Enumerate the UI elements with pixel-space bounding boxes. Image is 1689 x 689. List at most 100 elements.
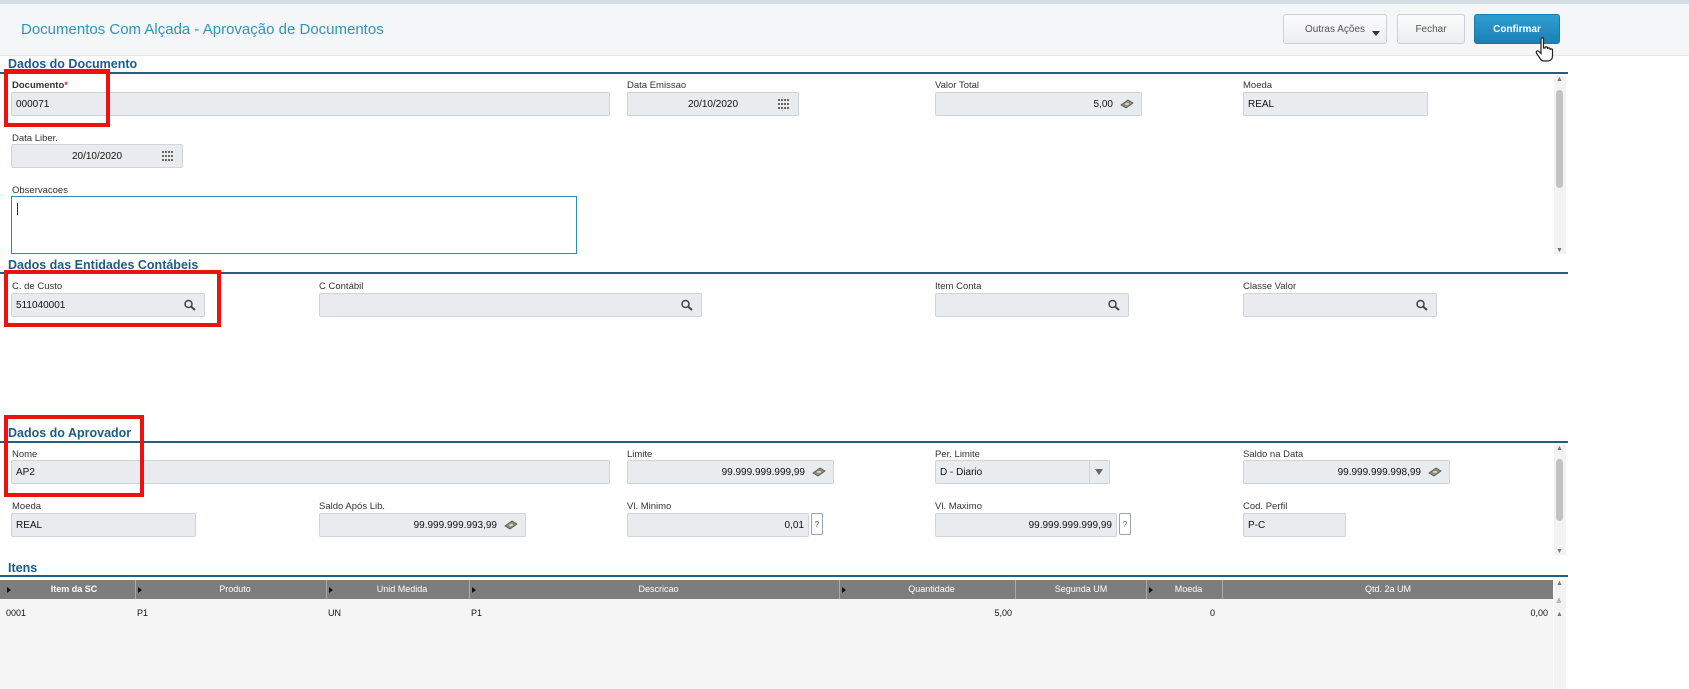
data-emissao-field[interactable]: 20/10/2020 <box>627 92 799 116</box>
column-separator <box>1146 580 1147 599</box>
column-arrow-icon <box>7 587 11 593</box>
scroll-up-icon[interactable]: ▲ <box>1556 445 1563 452</box>
cod-perfil-field[interactable]: P-C <box>1243 513 1346 537</box>
vl-minimo-label: Vl. Minimo <box>627 501 672 512</box>
column-header-moeda[interactable]: Moeda <box>1155 580 1222 599</box>
scroll-up-icon[interactable]: ▲ <box>1556 611 1563 618</box>
page-title: Documentos Com Alçada - Aprovação de Doc… <box>21 21 384 38</box>
chevron-down-icon <box>1095 469 1103 475</box>
saldo-apos-label: Saldo Após Lib. <box>319 501 386 512</box>
observacoes-label: Observacoes <box>12 185 68 196</box>
cod-perfil-label: Cod. Perfil <box>1243 501 1288 512</box>
limite-label: Limite <box>627 449 653 460</box>
cell-produto: P1 <box>137 608 149 618</box>
item-conta-label: Item Conta <box>935 281 982 292</box>
money-icon[interactable] <box>504 519 518 531</box>
highlight-box-c-custo <box>4 270 221 327</box>
limite-field[interactable]: 99.999.999.999,99 <box>627 460 834 484</box>
column-header-descricao[interactable]: Descricao <box>478 580 839 599</box>
observacoes-textarea[interactable] <box>11 196 577 254</box>
hand-pointer-icon <box>1535 37 1554 62</box>
data-liber-value: 20/10/2020 <box>71 150 123 162</box>
scroll-down-icon[interactable]: ▼ <box>1556 548 1563 555</box>
highlight-box-documento <box>4 69 110 127</box>
per-limite-select[interactable]: D - Diario <box>935 460 1110 484</box>
scroll-up-icon[interactable]: ▲ <box>1556 580 1563 587</box>
money-icon[interactable] <box>1428 466 1442 478</box>
saldo-data-field[interactable]: 99.999.999.998,99 <box>1243 460 1450 484</box>
column-separator <box>326 580 327 599</box>
section-divider <box>0 272 1568 274</box>
help-button[interactable]: ? <box>1119 513 1131 535</box>
scroll-top-icon[interactable]: ≜ <box>1556 598 1562 606</box>
moeda-aprov-field[interactable]: REAL <box>11 513 196 537</box>
column-header-qtd-2a-um[interactable]: Qtd. 2a UM <box>1223 580 1553 599</box>
cell-descricao: P1 <box>471 608 483 618</box>
vl-maximo-field[interactable]: 99.999.999.999,99 <box>935 513 1117 537</box>
per-limite-label: Per. Limite <box>935 449 980 460</box>
column-arrow-icon <box>138 587 142 593</box>
saldo-data-label: Saldo na Data <box>1243 449 1304 460</box>
saldo-apos-value: 99.999.999.993,99 <box>413 519 497 531</box>
classe-valor-field[interactable] <box>1243 293 1437 317</box>
search-icon[interactable] <box>1415 299 1429 311</box>
scroll-down-icon[interactable]: ▼ <box>1556 247 1563 254</box>
search-icon[interactable] <box>680 299 694 311</box>
money-icon[interactable] <box>812 466 826 478</box>
column-header-item[interactable]: Item da SC <box>13 580 135 599</box>
section-divider <box>0 575 1568 577</box>
data-liber-label: Data Liber. <box>12 133 58 144</box>
moeda-doc-field[interactable]: REAL <box>1243 92 1428 116</box>
column-header-segunda-um[interactable]: Segunda UM <box>1016 580 1146 599</box>
section-title-itens: Itens <box>8 561 38 575</box>
saldo-data-value: 99.999.999.998,99 <box>1337 466 1421 478</box>
cell-unid-medida: UN <box>328 608 341 618</box>
grid-header: Item da SC Produto Unid Medida Descricao… <box>0 580 1553 599</box>
valor-total-field[interactable]: 5,00 <box>935 92 1142 116</box>
c-contabil-field[interactable] <box>319 293 702 317</box>
cell-quantidade: 5,00 <box>994 608 1012 618</box>
column-separator <box>135 580 136 599</box>
limite-value: 99.999.999.999,99 <box>721 466 805 478</box>
cell-item: 0001 <box>6 608 27 618</box>
c-contabil-label: C Contábil <box>319 281 364 292</box>
other-actions-button[interactable]: Outras Ações <box>1283 14 1387 44</box>
data-emissao-value: 20/10/2020 <box>687 98 739 110</box>
scroll-thumb[interactable] <box>1556 459 1563 521</box>
valor-total-label: Valor Total <box>935 80 980 91</box>
money-icon[interactable] <box>1120 98 1134 110</box>
item-conta-field[interactable] <box>935 293 1129 317</box>
calendar-icon[interactable] <box>161 150 175 162</box>
vl-maximo-label: Vl. Maximo <box>935 501 982 512</box>
classe-valor-label: Classe Valor <box>1243 281 1297 292</box>
column-arrow-icon <box>842 587 846 593</box>
column-header-unid-medida[interactable]: Unid Medida <box>335 580 469 599</box>
chevron-down-icon <box>1372 31 1380 36</box>
column-separator <box>469 580 470 599</box>
scroll-up-icon[interactable]: ▲ <box>1556 76 1563 83</box>
help-button[interactable]: ? <box>811 513 823 535</box>
data-emissao-label: Data Emissao <box>627 80 687 91</box>
cell-qtd-2a-um: 0,00 <box>1530 608 1548 618</box>
vl-minimo-field[interactable]: 0,01 <box>627 513 809 537</box>
scroll-thumb[interactable] <box>1556 90 1563 188</box>
search-icon[interactable] <box>1107 299 1121 311</box>
section-divider <box>0 72 1568 74</box>
moeda-aprov-label: Moeda <box>12 501 42 512</box>
saldo-apos-field[interactable]: 99.999.999.993,99 <box>319 513 526 537</box>
data-liber-field[interactable]: 20/10/2020 <box>11 144 183 168</box>
column-separator <box>839 580 840 599</box>
moeda-doc-label: Moeda <box>1243 80 1273 91</box>
grid-scrollbar[interactable]: ▲ ≜ ▲ <box>1554 580 1566 689</box>
column-header-produto[interactable]: Produto <box>144 580 326 599</box>
column-arrow-icon <box>472 587 476 593</box>
valor-total-value: 5,00 <box>1093 98 1113 110</box>
document-scrollbar[interactable]: ▲ ▼ <box>1554 76 1566 254</box>
section-divider <box>0 441 1568 443</box>
calendar-icon[interactable] <box>777 98 791 110</box>
approver-scrollbar[interactable]: ▲ ▼ <box>1554 445 1566 555</box>
close-button[interactable]: Fechar <box>1397 14 1465 44</box>
column-arrow-icon <box>329 587 333 593</box>
highlight-box-aprovador <box>4 415 144 497</box>
column-header-quantidade[interactable]: Quantidade <box>848 580 1015 599</box>
